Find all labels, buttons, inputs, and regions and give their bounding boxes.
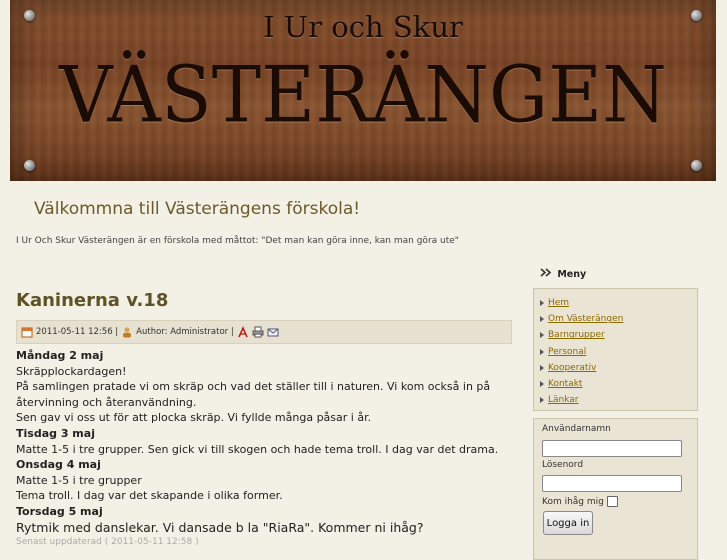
- article-line: Måndag 2 maj: [16, 349, 104, 362]
- article-meta: 2011-05-11 12:56 | Author: Administrator…: [16, 320, 512, 344]
- double-chevron-icon: [540, 268, 554, 280]
- menu-item-kontakt[interactable]: Kontakt: [540, 376, 697, 392]
- arrow-right-icon: [540, 332, 544, 339]
- article-line: På samlingen pratade vi om skräp och vad…: [16, 380, 491, 394]
- menu-item-label[interactable]: Hem: [548, 298, 569, 308]
- menu-heading-label: Meny: [557, 269, 587, 280]
- welcome-heading: Välkommna till Västerängens förskola!: [34, 199, 361, 219]
- menu-item-label[interactable]: Personal: [548, 347, 586, 357]
- article-line: Torsdag 5 maj: [16, 504, 103, 518]
- menu-item-label[interactable]: Kontakt: [548, 379, 582, 389]
- article-date: 2011-05-11 12:56 |: [36, 327, 119, 337]
- remember-label: Kom ihåg mig: [542, 497, 604, 507]
- article-body: Måndag 2 maj Skräpplockardagen! På samli…: [16, 348, 512, 551]
- article-author: Author: Administrator |: [136, 327, 234, 337]
- password-input[interactable]: [542, 475, 682, 492]
- calendar-icon: [21, 326, 33, 338]
- print-icon[interactable]: [252, 326, 264, 338]
- menu-item-lankar[interactable]: Länkar: [540, 392, 697, 408]
- article-line: återvinning och återanvändning.: [16, 395, 197, 409]
- article-line: Matte 1-5 i tre grupper. Sen gick vi til…: [16, 442, 499, 456]
- arrow-right-icon: [540, 381, 544, 388]
- screw-icon: [24, 160, 35, 171]
- menu-heading: Meny: [540, 268, 586, 280]
- arrow-right-icon: [540, 348, 544, 355]
- remember-checkbox[interactable]: [607, 496, 618, 507]
- tagline: I Ur Och Skur Västerängen är en förskola…: [16, 236, 459, 246]
- banner-title: VÄSTERÄNGEN: [59, 49, 667, 141]
- article-line: Tisdag 3 maj: [16, 426, 95, 440]
- menu-item-label[interactable]: Barngrupper: [548, 330, 605, 340]
- arrow-right-icon: [540, 397, 544, 404]
- menu-item-label[interactable]: Om Västerängen: [548, 314, 623, 324]
- article-line: Skräpplockardagen!: [16, 364, 127, 378]
- article: Kaninerna v.18 2011-05-11 12:56 | Author…: [16, 290, 512, 551]
- article-line: Rytmik med danslekar. Vi dansade b la "R…: [16, 519, 424, 535]
- pdf-icon[interactable]: [237, 326, 249, 338]
- menu-item-personal[interactable]: Personal: [540, 344, 697, 360]
- screw-icon: [691, 160, 702, 171]
- article-title[interactable]: Kaninerna v.18: [16, 290, 512, 314]
- menu-item-barngrupper[interactable]: Barngrupper: [540, 327, 697, 343]
- arrow-right-icon: [540, 300, 544, 307]
- menu-item-om-vasterangen[interactable]: Om Västerängen: [540, 311, 697, 327]
- header-banner: I Ur och Skur VÄSTERÄNGEN: [10, 0, 716, 181]
- password-label: Lösenord: [542, 460, 584, 470]
- username-label: Användarnamn: [542, 424, 611, 434]
- author-icon: [121, 326, 133, 338]
- banner-subtitle: I Ur och Skur: [263, 10, 463, 44]
- menu-item-label[interactable]: Länkar: [548, 395, 579, 405]
- arrow-right-icon: [540, 364, 544, 371]
- menu-item-kooperativ[interactable]: Kooperativ: [540, 360, 697, 376]
- username-input[interactable]: [542, 440, 682, 457]
- arrow-right-icon: [540, 316, 544, 323]
- main-menu: Hem Om Västerängen Barngrupper Personal …: [533, 288, 698, 411]
- menu-item-hem[interactable]: Hem: [540, 295, 697, 311]
- email-icon[interactable]: [267, 326, 279, 338]
- login-button[interactable]: Logga in: [543, 511, 593, 535]
- menu-item-label[interactable]: Kooperativ: [548, 363, 596, 373]
- login-form: Användarnamn Lösenord Kom ihåg mig Logga…: [533, 418, 698, 560]
- article-line: Sen gav vi oss ut för att plocka skräp. …: [16, 411, 372, 425]
- article-line: Matte 1-5 i tre grupper: [16, 473, 142, 487]
- last-updated: Senast uppdaterad ( 2011-05-11 12:58 ): [16, 537, 199, 548]
- article-line: Tema troll. I dag var det skapande i oli…: [16, 489, 283, 503]
- article-line: Onsdag 4 maj: [16, 458, 101, 472]
